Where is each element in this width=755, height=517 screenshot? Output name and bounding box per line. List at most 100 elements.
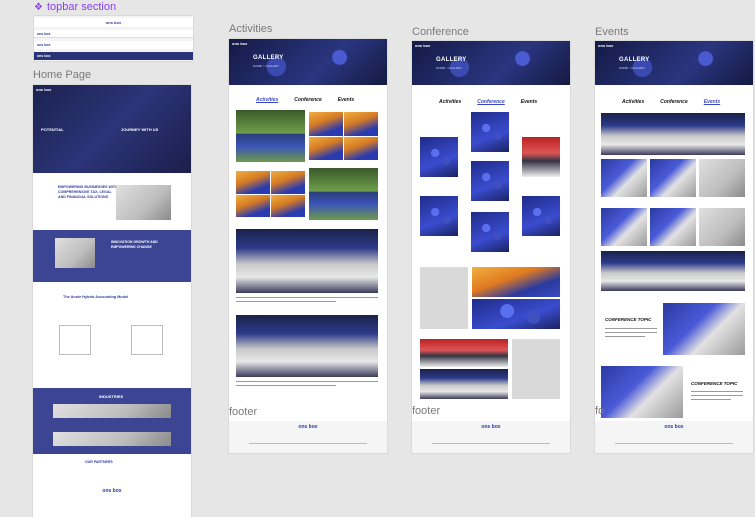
activities-footer-logo: ons box	[298, 424, 318, 430]
topbar-variant-light: ons box	[34, 18, 193, 27]
events-footer-logo: ons box	[664, 424, 684, 430]
conference-footer-divider	[432, 443, 550, 444]
events-topic-1-text-1	[605, 328, 657, 329]
home-frame[interactable]: ons box POTENTIAL JOURNEY WITH US EMPOWE…	[33, 85, 191, 517]
topbar-logo: ons box	[105, 20, 122, 25]
home-model-card-1	[59, 325, 91, 355]
home-industries-title: INDUSTRIES	[99, 394, 124, 399]
events-photo-3	[650, 159, 696, 197]
home-section2: INNOVATION GROWTH AND EMPOWERING CHANGE	[33, 230, 191, 282]
conference-hero: ons box GALLERY HOME > GALLERY	[412, 41, 570, 85]
topbar-variant-3: ons box	[34, 41, 193, 49]
activities-photo-1	[236, 110, 305, 162]
events-photo-10	[601, 366, 683, 418]
topbar-variant-2: ons box	[34, 30, 193, 38]
events-topic-1-text-2	[605, 332, 657, 333]
events-photo-7	[699, 208, 745, 246]
activities-footer-divider	[249, 443, 367, 444]
activities-photo-2	[309, 168, 378, 220]
home-section1-title: EMPOWERING BUSINESSES WITH COMPREHENSIVE…	[58, 185, 118, 199]
conference-navbar: ons box	[415, 43, 431, 48]
events-gallery-subtitle: HOME > GALLERY	[619, 66, 646, 70]
activities-gallery-title: GALLERY	[253, 55, 284, 61]
activities-photo-grid-2	[236, 171, 305, 217]
conference-photo-1	[420, 137, 458, 177]
activities-caption-1	[236, 297, 378, 298]
tab-conference[interactable]: Conference	[477, 99, 505, 105]
events-tabs: Activities Conference Events	[622, 99, 720, 105]
section-label[interactable]: ❖ topbar section	[34, 1, 116, 13]
conference-frame[interactable]: ons box GALLERY HOME > GALLERY Activitie…	[412, 41, 570, 453]
conference-text-card-1	[420, 267, 468, 329]
home-section1-image	[116, 185, 171, 220]
events-photo-1	[601, 113, 745, 155]
tab-activities[interactable]: Activities	[256, 97, 278, 103]
activities-footer: ons box	[229, 421, 387, 453]
home-section2-image	[55, 238, 95, 268]
events-topic-2-text-3	[691, 399, 731, 400]
topbar-frame[interactable]: ons box ons box ons box ons box	[34, 16, 193, 61]
events-photo-2	[601, 159, 647, 197]
conference-gallery-subtitle: HOME > GALLERY	[436, 66, 463, 70]
home-hero-right-title: JOURNEY WITH US	[121, 127, 159, 132]
conference-photo-9	[472, 299, 560, 329]
tab-events[interactable]: Events	[338, 97, 354, 103]
conference-photo-3	[522, 137, 560, 177]
events-topic-2-text-2	[691, 395, 743, 396]
component-icon: ❖	[34, 1, 43, 13]
home-industries-images-1	[53, 404, 171, 418]
conference-photo-11	[420, 369, 508, 399]
activities-gallery-subtitle: HOME > GALLERY	[253, 64, 280, 68]
activities-frame-label: Activities	[229, 23, 273, 35]
conference-photo-8	[472, 267, 560, 297]
home-frame-label: Home Page	[33, 69, 92, 81]
events-footer-label: fo	[595, 405, 605, 417]
events-topic-2-text-1	[691, 391, 743, 392]
tab-activities[interactable]: Activities	[439, 99, 461, 105]
activities-caption-2	[236, 301, 336, 302]
events-frame-label: Events	[595, 26, 629, 38]
activities-tabs: Activities Conference Events	[256, 97, 354, 103]
home-footer-logo: ons box	[102, 488, 122, 494]
conference-photo-7	[471, 212, 509, 252]
home-hero: ons box POTENTIAL JOURNEY WITH US	[33, 85, 191, 173]
events-footer-divider	[615, 443, 733, 444]
activities-caption-3	[236, 381, 378, 382]
events-footer: ons box	[595, 421, 753, 453]
home-section2-title: INNOVATION GROWTH AND EMPOWERING CHANGE	[111, 240, 158, 249]
home-partners-title: OUR PARTNERS	[85, 460, 113, 464]
activities-photo-3	[236, 229, 378, 293]
tab-conference[interactable]: Conference	[660, 99, 688, 105]
activities-navbar: ons box	[232, 41, 248, 46]
events-photo-6	[650, 208, 696, 246]
activities-hero: ons box GALLERY HOME > GALLERY	[229, 39, 387, 85]
home-industries: INDUSTRIES	[33, 388, 191, 454]
events-frame[interactable]: ons box GALLERY HOME > GALLERY Activitie…	[595, 41, 753, 453]
activities-frame[interactable]: ons box GALLERY HOME > GALLERY Activitie…	[229, 39, 387, 453]
conference-frame-label: Conference	[412, 26, 469, 38]
tab-events[interactable]: Events	[521, 99, 537, 105]
events-gallery-title: GALLERY	[619, 57, 650, 63]
events-photo-4	[699, 159, 745, 197]
events-photo-9	[663, 303, 745, 355]
topbar-variant-dark: ons box	[34, 52, 193, 60]
activities-footer-label: footer	[229, 406, 258, 418]
tab-conference[interactable]: Conference	[294, 97, 322, 103]
conference-photo-5	[420, 196, 458, 236]
home-navbar: ons box	[36, 87, 52, 92]
activities-photo-grid-1	[309, 112, 378, 160]
events-hero: ons box GALLERY HOME > GALLERY	[595, 41, 753, 85]
conference-photo-6	[522, 196, 560, 236]
conference-text-card-2	[512, 339, 560, 399]
section-label-text: topbar section	[46, 1, 117, 13]
tab-events[interactable]: Events	[704, 99, 720, 105]
events-photo-8	[601, 251, 745, 291]
home-industries-images-2	[53, 432, 171, 446]
home-section3-title: The Annie Hybrid Accounting Model	[63, 295, 129, 299]
conference-gallery-title: GALLERY	[436, 57, 467, 63]
conference-footer: ons box	[412, 421, 570, 453]
activities-caption-4	[236, 385, 336, 386]
events-topic-2: CONFERENCE TOPIC	[691, 381, 738, 386]
events-photo-5	[601, 208, 647, 246]
tab-activities[interactable]: Activities	[622, 99, 644, 105]
